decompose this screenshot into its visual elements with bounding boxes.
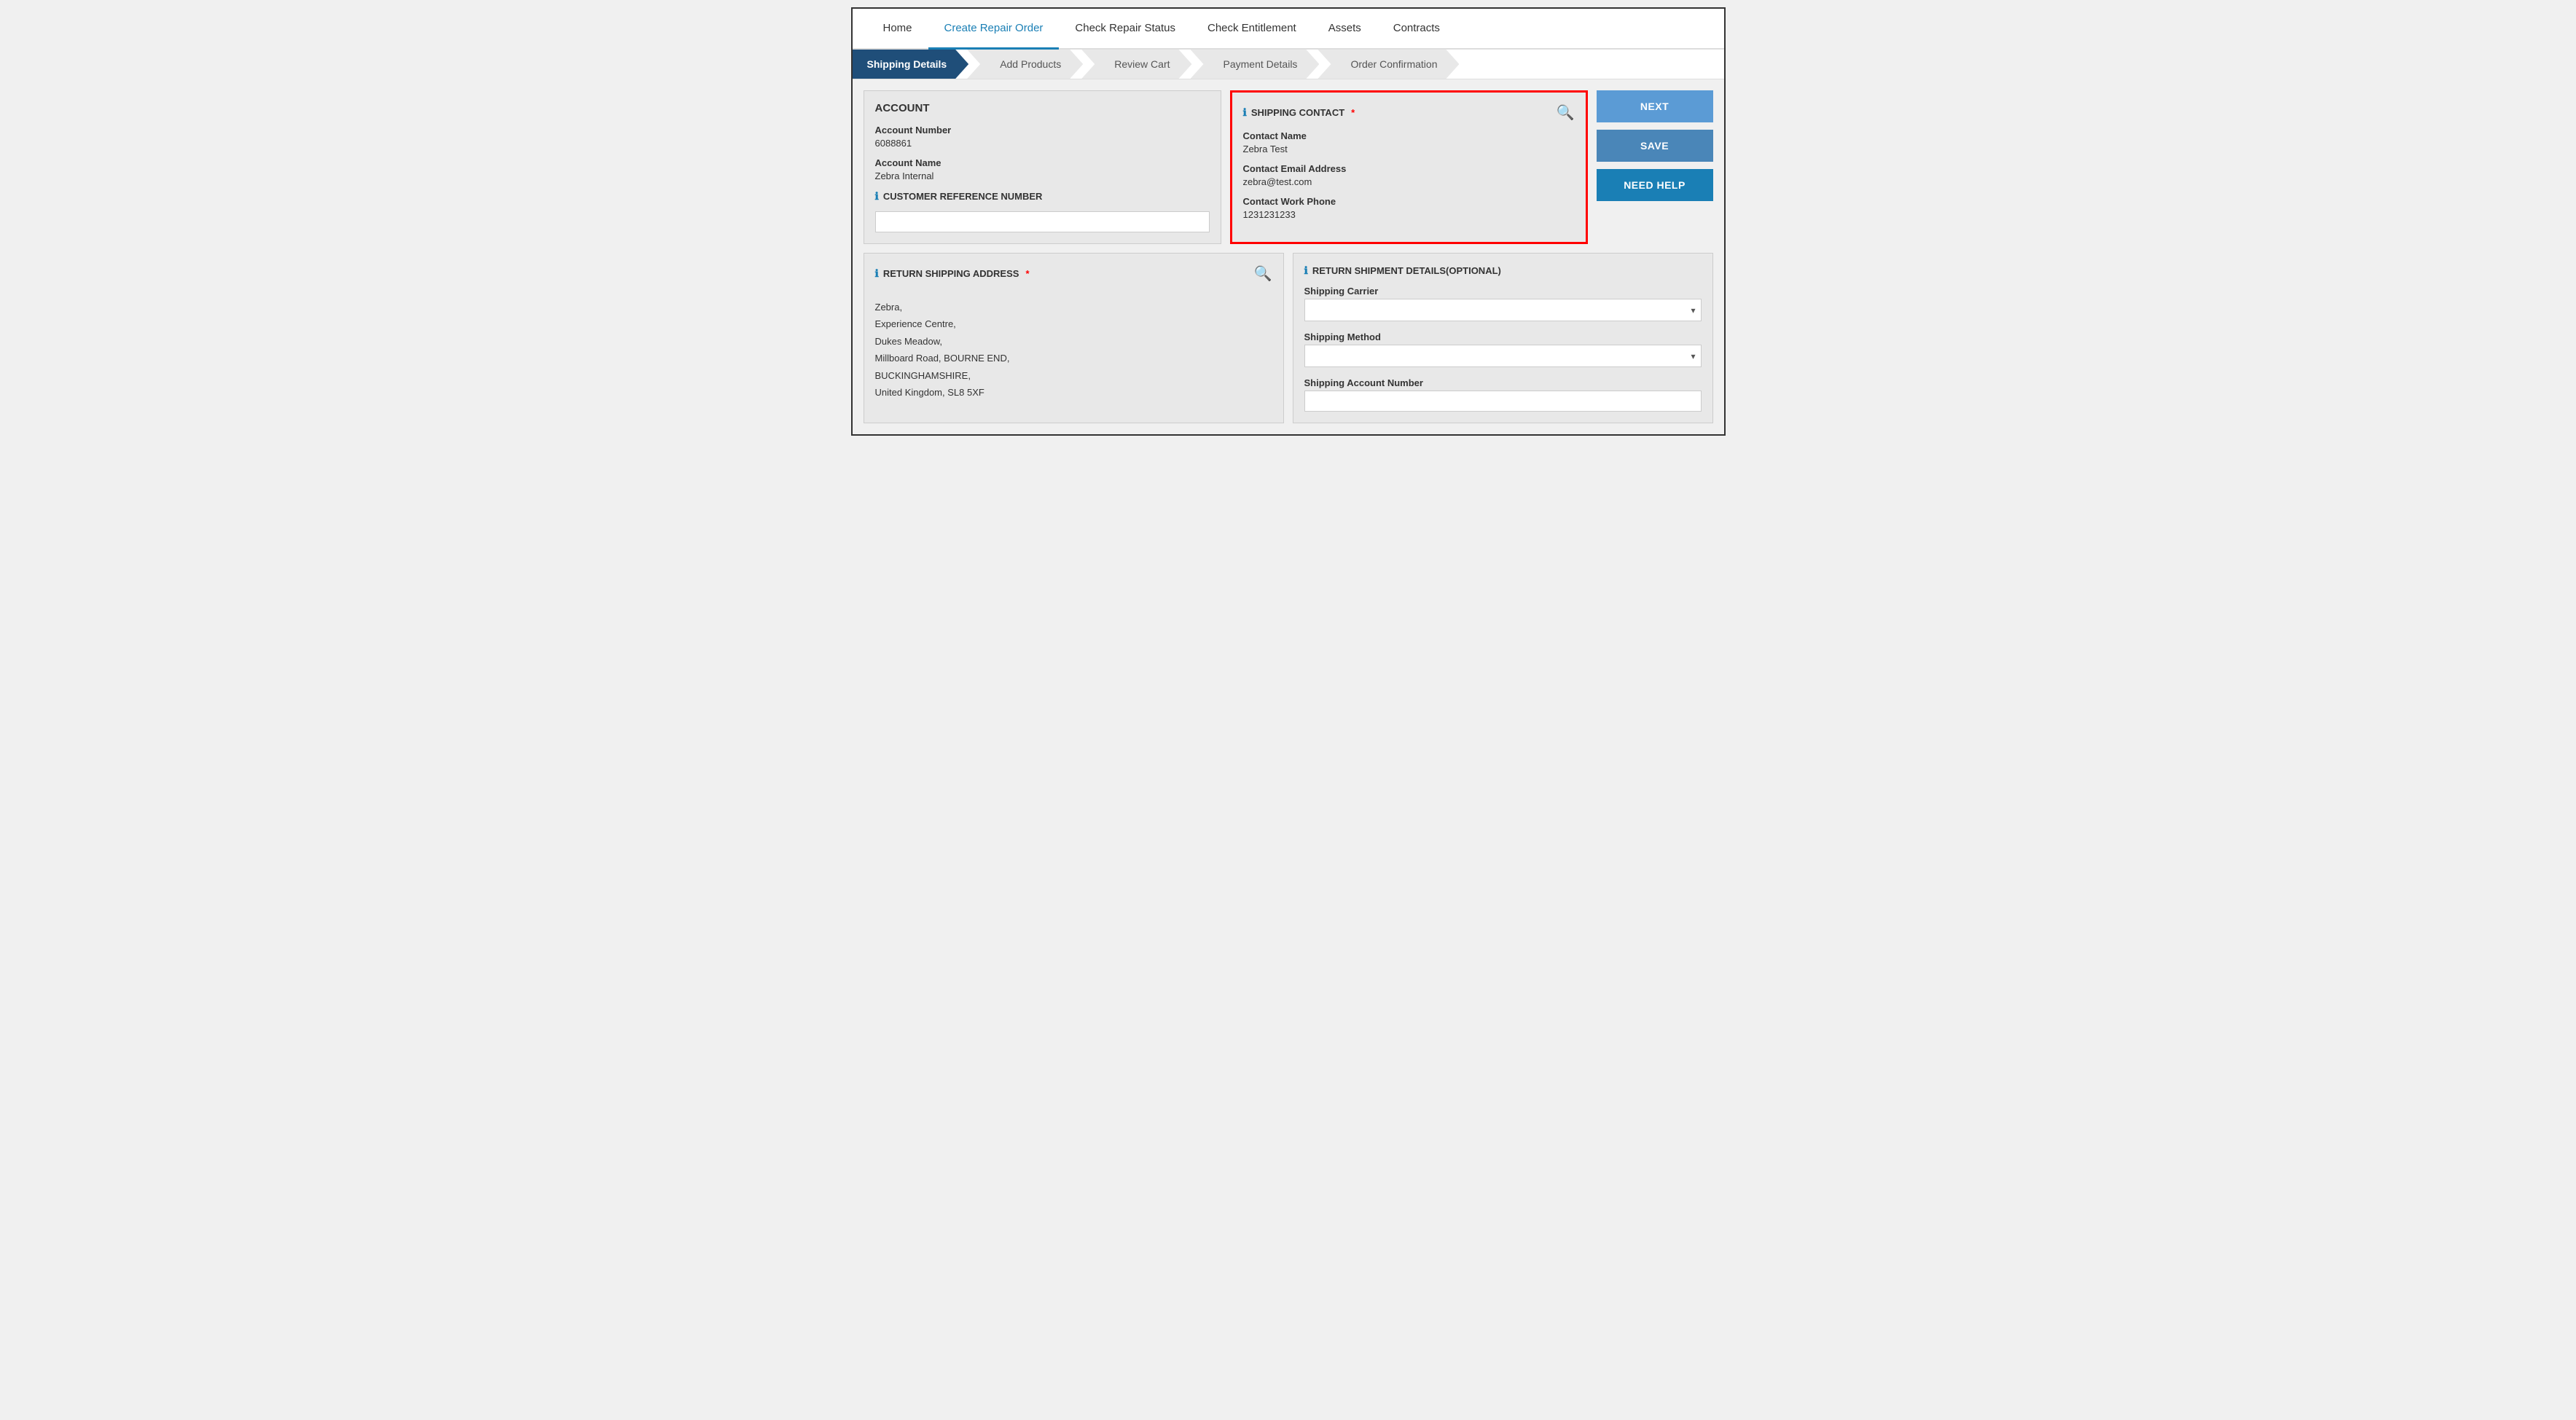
nav-create-repair-order[interactable]: Create Repair Order [928,9,1060,50]
shipping-method-label: Shipping Method [1304,332,1702,342]
customer-ref-input[interactable] [875,211,1210,232]
nav-contracts[interactable]: Contracts [1377,9,1456,50]
return-address-required: * [1025,268,1029,279]
action-buttons: NEXT SAVE NEED HELP [1597,90,1713,244]
shipping-contact-search-icon[interactable]: 🔍 [1557,103,1575,122]
shipping-carrier-select[interactable] [1304,299,1702,321]
shipping-carrier-label: Shipping Carrier [1304,286,1702,297]
app-container: Home Create Repair Order Check Repair St… [851,7,1726,436]
shipping-contact-title: ℹ SHIPPING CONTACT * 🔍 [1243,103,1575,122]
nav-assets[interactable]: Assets [1312,9,1377,50]
return-shipping-address-panel: ℹ RETURN SHIPPING ADDRESS * 🔍 Zebra, Exp… [864,253,1284,423]
return-address-label: RETURN SHIPPING ADDRESS [883,268,1019,279]
content-area: ACCOUNT Account Number 6088861 Account N… [853,79,1724,434]
return-shipment-info-icon: ℹ [1304,264,1308,277]
shipping-carrier-wrapper: ▾ [1304,299,1702,321]
next-button[interactable]: NEXT [1597,90,1713,122]
account-panel: ACCOUNT Account Number 6088861 Account N… [864,90,1221,244]
return-address-info-icon: ℹ [875,267,879,280]
nav-check-repair-status[interactable]: Check Repair Status [1059,9,1191,50]
shipping-contact-required: * [1351,107,1355,118]
return-address-search-icon[interactable]: 🔍 [1254,264,1272,283]
account-number-value: 6088861 [875,138,1210,149]
nav-check-entitlement[interactable]: Check Entitlement [1191,9,1312,50]
contact-phone-label: Contact Work Phone [1243,196,1575,207]
return-shipment-title: ℹ RETURN SHIPMENT DETAILS(OPTIONAL) [1304,264,1702,277]
main-grid: ACCOUNT Account Number 6088861 Account N… [864,90,1713,244]
shipping-contact-panel: ℹ SHIPPING CONTACT * 🔍 Contact Name Zebr… [1230,90,1588,244]
account-number-label: Account Number [875,125,1210,136]
shipping-carrier-group: Shipping Carrier ▾ [1304,286,1702,321]
wizard-step-order-confirmation[interactable]: Order Confirmation [1318,50,1459,79]
nav-home[interactable]: Home [867,9,928,50]
save-button[interactable]: SAVE [1597,130,1713,162]
contact-phone-value: 1231231233 [1243,209,1575,220]
bottom-grid: ℹ RETURN SHIPPING ADDRESS * 🔍 Zebra, Exp… [864,253,1713,423]
customer-ref-info-icon: ℹ [875,190,879,203]
account-section-title: ACCOUNT [875,102,1210,114]
wizard-bar: Shipping Details Add Products Review Car… [853,50,1724,79]
wizard-step-payment-details[interactable]: Payment Details [1191,50,1320,79]
account-name-value: Zebra Internal [875,170,1210,181]
contact-name-label: Contact Name [1243,130,1575,141]
shipping-contact-label: SHIPPING CONTACT [1251,107,1344,118]
contact-email-value: zebra@test.com [1243,176,1575,187]
account-name-label: Account Name [875,157,1210,168]
return-shipment-label: RETURN SHIPMENT DETAILS(OPTIONAL) [1312,265,1501,276]
need-help-button[interactable]: NEED HELP [1597,169,1713,201]
wizard-step-shipping-details[interactable]: Shipping Details [853,50,969,79]
customer-ref-title: ℹ Customer Reference Number [875,190,1210,203]
top-nav: Home Create Repair Order Check Repair St… [853,9,1724,50]
contact-name-value: Zebra Test [1243,144,1575,154]
wizard-step-review-cart[interactable]: Review Cart [1081,50,1191,79]
shipping-method-wrapper: ▾ [1304,345,1702,367]
contact-email-label: Contact Email Address [1243,163,1575,174]
shipping-method-select[interactable] [1304,345,1702,367]
return-address-title: ℹ RETURN SHIPPING ADDRESS * 🔍 [875,264,1272,283]
shipping-method-group: Shipping Method ▾ [1304,332,1702,367]
customer-ref-label: Customer Reference Number [883,191,1043,202]
return-address-value: Zebra, Experience Centre, Dukes Meadow, … [875,291,1272,408]
shipping-contact-info-icon: ℹ [1243,106,1247,119]
return-shipment-details-panel: ℹ RETURN SHIPMENT DETAILS(OPTIONAL) Ship… [1293,253,1713,423]
shipping-account-number-label: Shipping Account Number [1304,377,1702,388]
shipping-account-number-input[interactable] [1304,391,1702,412]
shipping-account-number-group: Shipping Account Number [1304,377,1702,412]
wizard-step-add-products[interactable]: Add Products [967,50,1083,79]
